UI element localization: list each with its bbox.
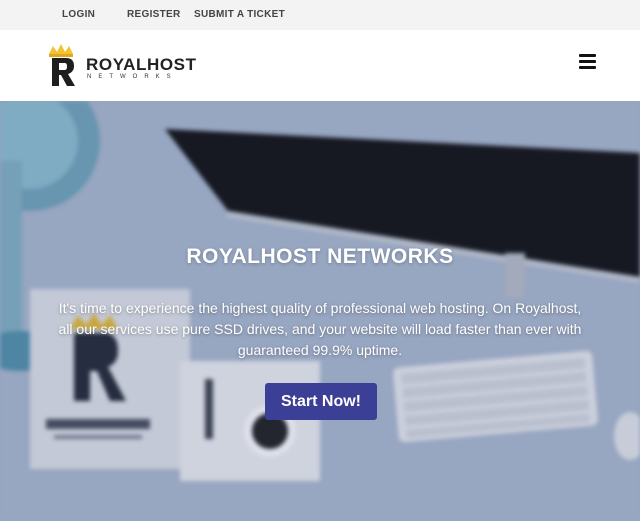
site-header: ROYALHOST NETWORKS xyxy=(0,30,640,101)
hamburger-icon xyxy=(579,66,596,69)
hero-description: It's time to experience the highest qual… xyxy=(58,300,582,358)
hamburger-icon xyxy=(579,54,596,57)
login-link[interactable]: LOGIN xyxy=(62,9,95,20)
hamburger-menu-button[interactable] xyxy=(579,54,597,70)
register-link[interactable]: REGISTER xyxy=(127,9,181,20)
logo-crown-icon xyxy=(49,44,75,86)
top-bar: LOGIN REGISTER SUBMIT A TICKET xyxy=(0,0,640,30)
hero-section: ROYALHOST NETWORKS It's time to experien… xyxy=(0,101,640,521)
site-logo[interactable]: ROYALHOST NETWORKS xyxy=(46,44,206,88)
logo-title: ROYALHOST xyxy=(86,55,197,74)
start-now-button[interactable]: Start Now! xyxy=(265,383,377,420)
hamburger-icon xyxy=(579,60,596,63)
hero-title: ROYALHOST NETWORKS xyxy=(186,245,454,268)
submit-ticket-link[interactable]: SUBMIT A TICKET xyxy=(194,9,285,20)
logo-subtitle: NETWORKS xyxy=(87,74,178,80)
